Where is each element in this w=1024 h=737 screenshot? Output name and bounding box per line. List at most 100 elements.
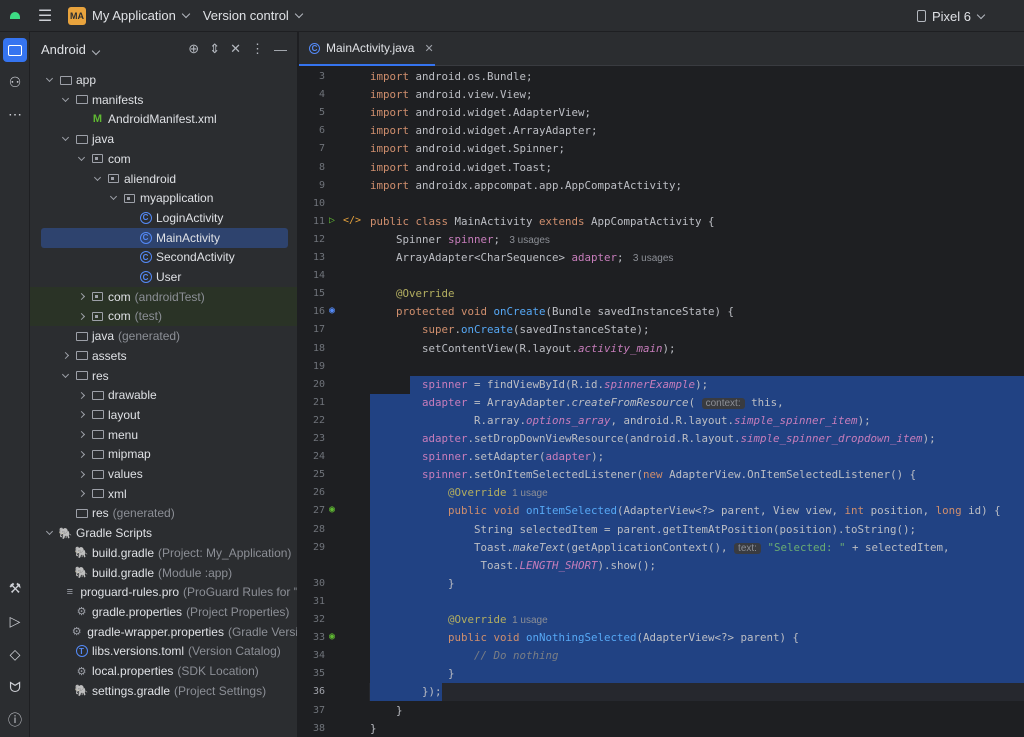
tree-item-secondactivity[interactable]: C SecondActivity	[30, 247, 297, 267]
hide-panel-icon[interactable]: —	[274, 42, 287, 57]
main-menu-icon[interactable]: ☰	[30, 0, 60, 32]
tree-item-gradle-properties[interactable]: ⚙ gradle.properties (Project Properties)	[30, 602, 297, 622]
chevron-right-icon[interactable]	[75, 411, 87, 419]
tree-item-assets[interactable]: assets	[30, 346, 297, 366]
tree-item-layout[interactable]: layout	[30, 405, 297, 425]
tree-item-java[interactable]: java (generated)	[30, 326, 297, 346]
code-line: // Do nothing	[370, 647, 559, 665]
tree-item-com[interactable]: com (androidTest)	[30, 286, 297, 307]
tree-item-gradle-wrapper-properties[interactable]: ⚙ gradle-wrapper.properties (Gradle Versi	[30, 622, 297, 642]
tree-item-res[interactable]: res (generated)	[30, 503, 297, 523]
inlay-hint: 3 usages	[630, 253, 674, 264]
line-number: 15	[312, 288, 325, 300]
tree-item-java[interactable]: java	[30, 129, 297, 149]
problems-alert-icon[interactable]: ⓘ	[3, 708, 27, 732]
expand-all-icon[interactable]: ⇕	[209, 41, 220, 57]
chevron-down-icon[interactable]	[59, 134, 71, 142]
tree-item-mipmap[interactable]: mipmap	[30, 444, 297, 464]
android-studio-logo-icon[interactable]	[0, 0, 30, 32]
chevron-down-icon[interactable]	[43, 528, 55, 536]
code-token: ;	[617, 251, 631, 264]
line-number: 19	[312, 360, 325, 372]
code-token: super	[370, 323, 455, 337]
chevron-right-icon[interactable]	[75, 293, 87, 301]
code-token: (AdapterView<?> parent) {	[636, 631, 800, 645]
code-token: onItemSelected	[526, 504, 618, 518]
tree-item-label: com	[108, 151, 131, 166]
tree-item-user[interactable]: C User	[30, 267, 297, 287]
gear-icon: ⚙	[76, 665, 87, 678]
tree-item-myapplication[interactable]: myapplication	[30, 188, 297, 208]
code-line: import android.os.Bundle;	[370, 68, 533, 86]
layout-preview-icon[interactable]: </>	[343, 215, 361, 226]
project-tool-folder-icon[interactable]	[3, 38, 27, 62]
tree-item-res[interactable]: res	[30, 366, 297, 386]
tree-item-mainactivity[interactable]: C MainActivity	[41, 227, 288, 248]
resource-manager-icon[interactable]: ⚇	[3, 70, 27, 94]
tree-item-androidmanifest-xml[interactable]: M AndroidManifest.xml	[30, 109, 297, 129]
version-control-menu[interactable]: Version control	[203, 8, 304, 23]
chevron-right-icon[interactable]	[75, 391, 87, 399]
chevron-right-icon[interactable]	[75, 312, 87, 320]
options-kebab-icon[interactable]: ⋮	[251, 41, 264, 57]
code-token: Toast.	[370, 558, 520, 572]
tree-item-loginactivity[interactable]: C LoginActivity	[30, 208, 297, 228]
collapse-all-icon[interactable]: ✕	[230, 41, 241, 57]
tree-item-aliendroid[interactable]: aliendroid	[30, 169, 297, 189]
tree-item-menu[interactable]: menu	[30, 425, 297, 445]
tree-item-libs-versions-toml[interactable]: Tlibs.versions.toml (Version Catalog)	[30, 641, 297, 661]
tree-item-qualifier: (Project: My_Application)	[158, 545, 292, 560]
chevron-right-icon[interactable]	[75, 431, 87, 439]
gem-icon[interactable]: ◇	[3, 642, 27, 666]
tree-item-local-properties[interactable]: ⚙ local.properties (SDK Location)	[30, 661, 297, 681]
chevron-right-icon[interactable]	[75, 490, 87, 498]
run-gutter-icon[interactable]: ▷	[329, 215, 335, 226]
panel-header: Android ⊕ ⇕ ✕ ⋮ —	[30, 32, 297, 66]
project-selector[interactable]: My Application	[92, 8, 191, 23]
chevron-right-icon[interactable]	[75, 450, 87, 458]
tree-item-com[interactable]: com (test)	[30, 306, 297, 327]
chevron-right-icon[interactable]	[59, 352, 71, 360]
tree-item-com[interactable]: com	[30, 149, 297, 169]
chevron-down-icon[interactable]	[59, 94, 71, 102]
build-hammer-icon[interactable]: ⚒	[3, 576, 27, 600]
device-selector[interactable]: Pixel 6	[916, 0, 986, 32]
project-badge[interactable]: MA	[68, 6, 86, 25]
code-token: ;	[493, 232, 507, 246]
code-token: );	[591, 450, 605, 464]
chevron-down-icon[interactable]	[59, 370, 71, 378]
implement-marker-icon[interactable]: ◉	[329, 504, 335, 515]
tree-item-settings-gradle[interactable]: 🐘 settings.gradle (Project Settings)	[30, 681, 297, 701]
tree-item-gradle-scripts[interactable]: 🐘 Gradle Scripts	[30, 523, 297, 543]
code-area[interactable]: 3 4 5 6 7 8 9 10 11 12 13 14 15 16 17 18 19 20 21 22 23 24 25 2…	[299, 66, 1024, 737]
chevron-down-icon[interactable]	[75, 153, 87, 161]
locate-target-icon[interactable]: ⊕	[188, 41, 199, 57]
chevron-right-icon[interactable]	[75, 470, 87, 478]
chevron-down-icon[interactable]	[43, 74, 55, 83]
tab-main-activity[interactable]: C MainActivity.java ✕	[299, 32, 435, 66]
chevron-down-icon[interactable]	[91, 173, 103, 181]
tree-item-label: LoginActivity	[156, 210, 224, 225]
tree-item-qualifier: (androidTest)	[134, 289, 205, 304]
more-tools-icon[interactable]: ⋯	[3, 102, 27, 126]
override-marker-icon[interactable]: ◉	[329, 305, 335, 316]
code-token: android.widget.Toast;	[415, 160, 553, 174]
tree-item-values[interactable]: values	[30, 464, 297, 484]
run-icon[interactable]: ▷	[3, 609, 27, 633]
implement-marker-icon[interactable]: ◉	[329, 631, 335, 642]
code-token: );	[662, 341, 676, 355]
logcat-cat-icon[interactable]: ᗢ	[3, 675, 27, 699]
tree-item-proguard-rules-pro[interactable]: ≡ proguard-rules.pro (ProGuard Rules for "	[30, 582, 297, 602]
close-tab-icon[interactable]: ✕	[424, 42, 433, 55]
tree-item-app[interactable]: app	[30, 70, 297, 90]
line-number: 23	[312, 433, 325, 444]
tree-item-build-gradle[interactable]: 🐘 build.gradle (Project: My_Application)	[30, 543, 297, 563]
tree-item-drawable[interactable]: drawable	[30, 385, 297, 405]
tree-item-label: settings.gradle	[92, 683, 171, 698]
tree-item-manifests[interactable]: manifests	[30, 90, 297, 110]
tree-item-build-gradle[interactable]: 🐘 build.gradle (Module :app)	[30, 563, 297, 583]
tree-item-xml[interactable]: xml	[30, 484, 297, 504]
view-selector[interactable]: Android	[41, 42, 101, 57]
code-line: super.onCreate(savedInstanceState);	[370, 321, 650, 339]
chevron-down-icon[interactable]	[107, 193, 119, 201]
